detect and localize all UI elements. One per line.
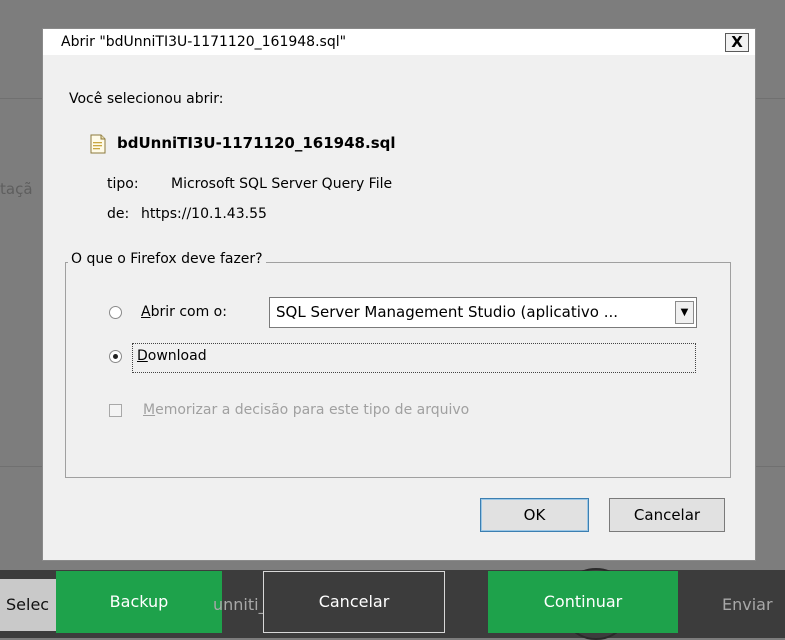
remember-access-key: M <box>143 402 156 418</box>
from-value: https://10.1.43.55 <box>141 206 267 222</box>
download-radio[interactable] <box>109 350 122 363</box>
focus-outline <box>132 343 696 373</box>
type-label: tipo: <box>107 176 139 192</box>
remember-checkbox[interactable] <box>109 404 122 417</box>
app-select-value: SQL Server Management Studio (aplicativo… <box>276 303 619 321</box>
file-icon <box>90 134 106 154</box>
download-text: ownload <box>147 348 207 364</box>
backup-button[interactable]: Backup <box>56 571 222 633</box>
app-select[interactable]: SQL Server Management Studio (aplicativo… <box>269 297 697 328</box>
bg-partial-label: taçã <box>0 180 33 198</box>
open-with-radio[interactable] <box>109 306 122 319</box>
open-with-access-key: A <box>141 304 151 320</box>
open-with-label[interactable]: Abrir com o: <box>141 304 227 320</box>
ok-button[interactable]: OK <box>480 498 589 532</box>
open-file-dialog: Abrir "bdUnniTI3U-1171120_161948.sql" X … <box>42 28 756 561</box>
remember-text: emorizar a decisão para este tipo de arq… <box>155 402 470 418</box>
intro-text: Você selecionou abrir: <box>69 91 224 107</box>
file-name: bdUnniTI3U-1171120_161948.sql <box>117 134 396 152</box>
continue-button[interactable]: Continuar <box>488 571 678 633</box>
chevron-down-icon[interactable]: ▼ <box>675 301 694 324</box>
radio-dot-icon <box>113 354 118 359</box>
close-button[interactable]: X <box>725 33 749 52</box>
bg-cancel-button[interactable]: Cancelar <box>263 571 445 633</box>
remember-label[interactable]: Memorizar a decisão para este tipo de ar… <box>143 402 469 418</box>
download-access-key: D <box>137 348 148 364</box>
group-legend: O que o Firefox deve fazer? <box>68 251 266 267</box>
type-value: Microsoft SQL Server Query File <box>171 176 393 192</box>
send-button[interactable]: Enviar <box>722 579 773 631</box>
from-label: de: <box>107 206 130 222</box>
dialog-title: Abrir "bdUnniTI3U-1171120_161948.sql" <box>61 34 347 50</box>
open-with-text: brir com o: <box>150 304 227 320</box>
download-label[interactable]: Download <box>137 348 207 364</box>
cancel-button[interactable]: Cancelar <box>609 498 725 532</box>
dialog-titlebar: Abrir "bdUnniTI3U-1171120_161948.sql" X <box>43 29 755 55</box>
